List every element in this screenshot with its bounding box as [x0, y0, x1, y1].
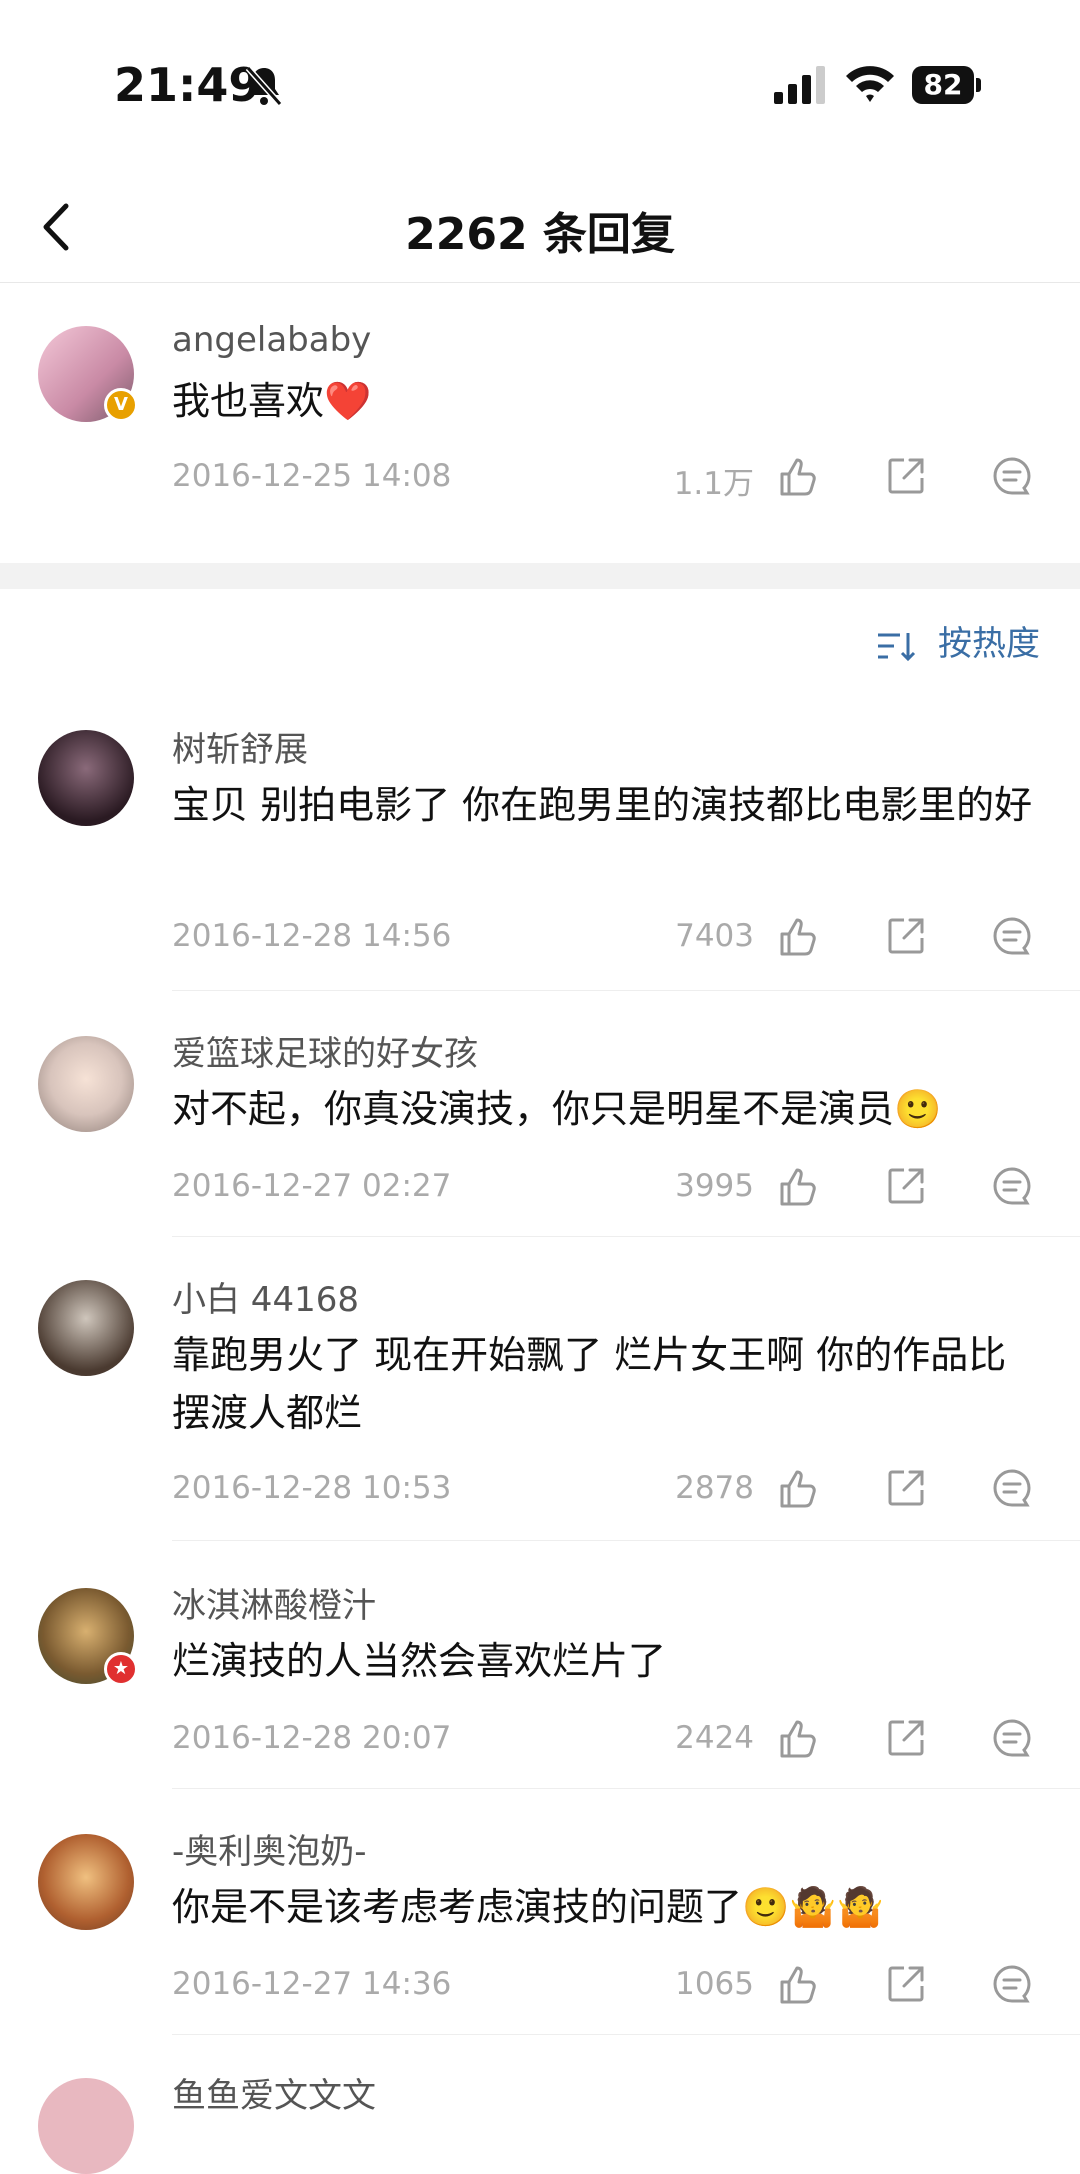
- comment-date: 2016-12-27 02:27: [172, 1168, 452, 1204]
- reply-icon[interactable]: [990, 914, 1034, 958]
- share-icon[interactable]: [884, 1716, 928, 1760]
- comment-date: 2016-12-27 14:36: [172, 1966, 452, 2002]
- bell-mute-icon: [245, 66, 283, 106]
- username[interactable]: -奥利奥泡奶-: [172, 1824, 367, 1873]
- share-icon[interactable]: [884, 914, 928, 958]
- comment-date: 2016-12-28 10:53: [172, 1470, 452, 1506]
- divider: [172, 1236, 1080, 1237]
- like-icon[interactable]: [776, 1716, 820, 1760]
- like-count: 2878: [675, 1470, 754, 1506]
- username[interactable]: angelababy: [172, 320, 371, 360]
- signal-icon: [774, 66, 825, 104]
- nav-bar: 2262 条回复: [0, 170, 1080, 283]
- like-icon[interactable]: [776, 1466, 820, 1510]
- divider: [172, 990, 1080, 991]
- comment-text: 对不起，你真没演技，你只是明星不是演员🙂: [172, 1087, 942, 1131]
- avatar[interactable]: [38, 2078, 134, 2174]
- avatar[interactable]: [38, 1036, 134, 1132]
- like-count: 1065: [675, 1966, 754, 2002]
- reply-icon[interactable]: [990, 1466, 1034, 1510]
- battery-icon: 82: [912, 66, 982, 106]
- sort-icon: [878, 632, 916, 661]
- like-count: 3995: [675, 1168, 754, 1204]
- username[interactable]: 小白 44168: [172, 1272, 359, 1321]
- reply-icon[interactable]: [990, 1716, 1034, 1760]
- status-time: 21:49: [114, 58, 261, 112]
- like-icon[interactable]: [776, 454, 820, 498]
- comment-text: 靠跑男火了 现在开始飘了 烂片女王啊 你的作品比摆渡人都烂: [172, 1333, 1007, 1435]
- comment-text: 宝贝 别拍电影了 你在跑男里的演技都比电影里的好: [172, 783, 1033, 827]
- status-bar: 21:49 82: [0, 0, 1080, 160]
- comment-text: 我也喜欢❤️: [172, 379, 372, 423]
- divider: [172, 1788, 1080, 1789]
- verified-badge-icon: V: [104, 388, 138, 422]
- share-icon[interactable]: [884, 1164, 928, 1208]
- reply-icon[interactable]: [990, 1962, 1034, 2006]
- avatar[interactable]: [38, 730, 134, 826]
- share-icon[interactable]: [884, 1962, 928, 2006]
- username[interactable]: 鱼鱼爱文文文: [172, 2068, 376, 2117]
- like-count: 1.1万: [673, 466, 754, 502]
- username[interactable]: 爱篮球足球的好女孩: [172, 1026, 478, 1075]
- page-title: 2262 条回复: [405, 209, 675, 260]
- comment-date: 2016-12-28 14:56: [172, 918, 452, 954]
- reply-icon[interactable]: [990, 454, 1034, 498]
- username[interactable]: 树斩舒展: [172, 722, 308, 771]
- like-icon[interactable]: [776, 914, 820, 958]
- comment-text: 你是不是该考虑考虑演技的问题了🙂🤷🤷: [172, 1885, 884, 1929]
- username[interactable]: 冰淇淋酸橙汁: [172, 1578, 376, 1627]
- like-count: 2424: [675, 1720, 754, 1756]
- battery-level: 82: [912, 66, 974, 104]
- avatar[interactable]: [38, 1280, 134, 1376]
- like-icon[interactable]: [776, 1962, 820, 2006]
- sort-label: 按热度: [938, 624, 1040, 664]
- comment-date: 2016-12-28 20:07: [172, 1720, 452, 1756]
- avatar[interactable]: [38, 1834, 134, 1930]
- like-icon[interactable]: [776, 1164, 820, 1208]
- comment-date: 2016-12-25 14:08: [172, 458, 452, 494]
- share-icon[interactable]: [884, 454, 928, 498]
- comment-text: 烂演技的人当然会喜欢烂片了: [172, 1639, 667, 1683]
- star-badge-icon: ★: [104, 1652, 138, 1686]
- sort-button[interactable]: 按热度: [876, 616, 1040, 665]
- wifi-icon: [846, 66, 894, 102]
- section-divider: [0, 563, 1080, 589]
- like-count: 7403: [675, 918, 754, 954]
- divider: [172, 1540, 1080, 1541]
- reply-icon[interactable]: [990, 1164, 1034, 1208]
- divider: [172, 2034, 1080, 2035]
- share-icon[interactable]: [884, 1466, 928, 1510]
